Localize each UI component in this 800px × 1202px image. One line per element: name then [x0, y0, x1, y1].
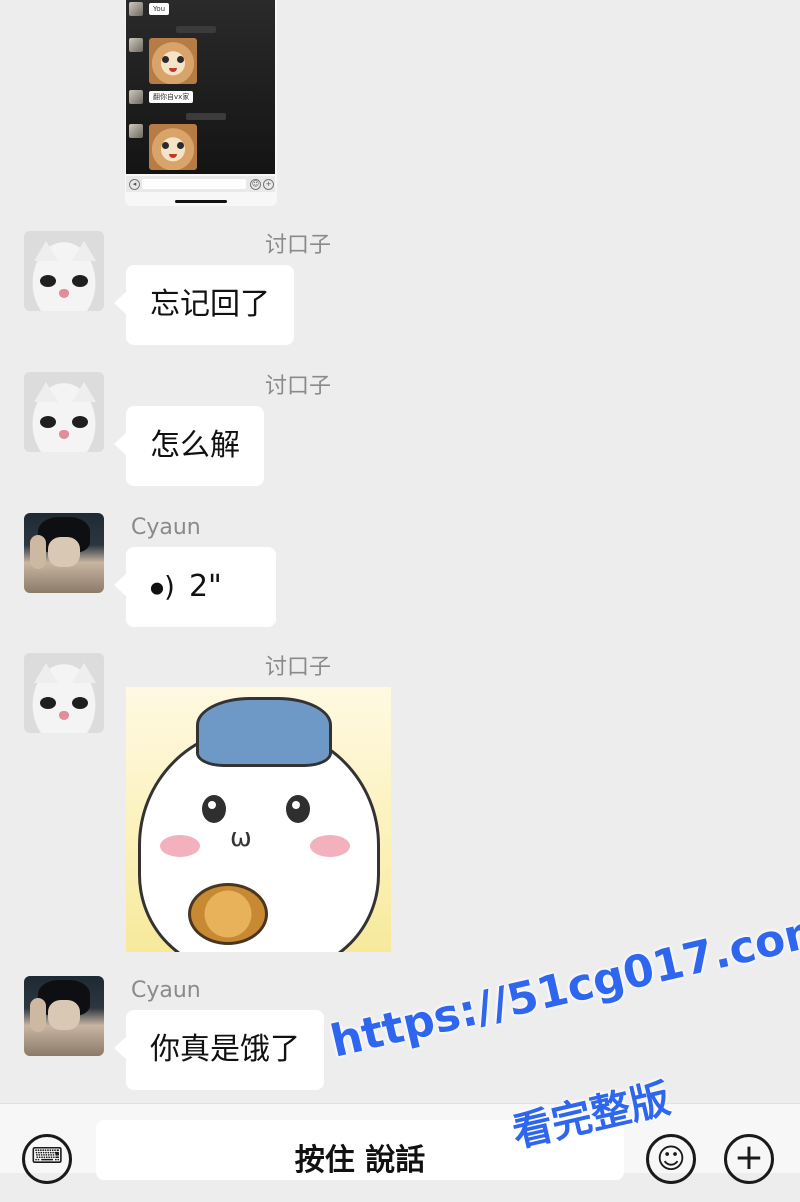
- plus-icon[interactable]: +: [724, 1134, 774, 1184]
- message-bubble[interactable]: 怎么解: [114, 406, 264, 486]
- keyboard-icon[interactable]: ⌨: [22, 1134, 72, 1184]
- screenshot-screen: You 翻你自vx家: [126, 0, 275, 174]
- mini-plus-icon: +: [263, 179, 274, 190]
- forwarded-screenshot-image[interactable]: You 翻你自vx家 ◂ ☺ +: [125, 0, 277, 206]
- sender-name: 讨口子: [265, 374, 332, 399]
- avatar[interactable]: [24, 231, 104, 311]
- avatar[interactable]: [24, 976, 104, 1056]
- sender-name: 讨口子: [265, 233, 332, 258]
- voice-icon: ⦁): [150, 570, 175, 603]
- voice-message-bubble[interactable]: ⦁) 2": [114, 547, 276, 627]
- message-bubble[interactable]: 忘记回了: [114, 265, 294, 345]
- mini-cat-photo: [149, 38, 197, 84]
- mini-message-text: You: [149, 3, 170, 15]
- home-indicator: [175, 200, 227, 203]
- sender-name: 讨口子: [265, 655, 332, 680]
- mini-emoji-icon: ☺: [250, 179, 261, 190]
- mini-avatar: [129, 124, 143, 138]
- mini-voice-icon: ◂: [129, 179, 140, 190]
- avatar[interactable]: [24, 513, 104, 593]
- mini-input-bar: ◂ ☺ +: [126, 176, 275, 192]
- mini-input-field: [142, 179, 246, 189]
- voice-duration: 2": [188, 569, 222, 604]
- sender-name: Cyaun: [131, 515, 201, 540]
- mini-avatar: [129, 38, 143, 52]
- mini-avatar: [129, 2, 143, 16]
- sender-name: Cyaun: [131, 978, 201, 1003]
- avatar[interactable]: [24, 372, 104, 452]
- mini-timestamp: [186, 113, 226, 120]
- mini-cat-photo: [149, 124, 197, 170]
- input-bar: ⌨ 按住 說話 ☺ +: [0, 1103, 800, 1184]
- avatar[interactable]: [24, 653, 104, 733]
- mini-message-text: 翻你自vx家: [149, 91, 194, 103]
- sticker-image[interactable]: ω: [126, 687, 391, 952]
- mini-avatar: [129, 90, 143, 104]
- message-bubble[interactable]: 你真是饿了: [114, 1010, 324, 1090]
- mini-timestamp: [176, 26, 216, 33]
- emoji-icon[interactable]: ☺: [646, 1134, 696, 1184]
